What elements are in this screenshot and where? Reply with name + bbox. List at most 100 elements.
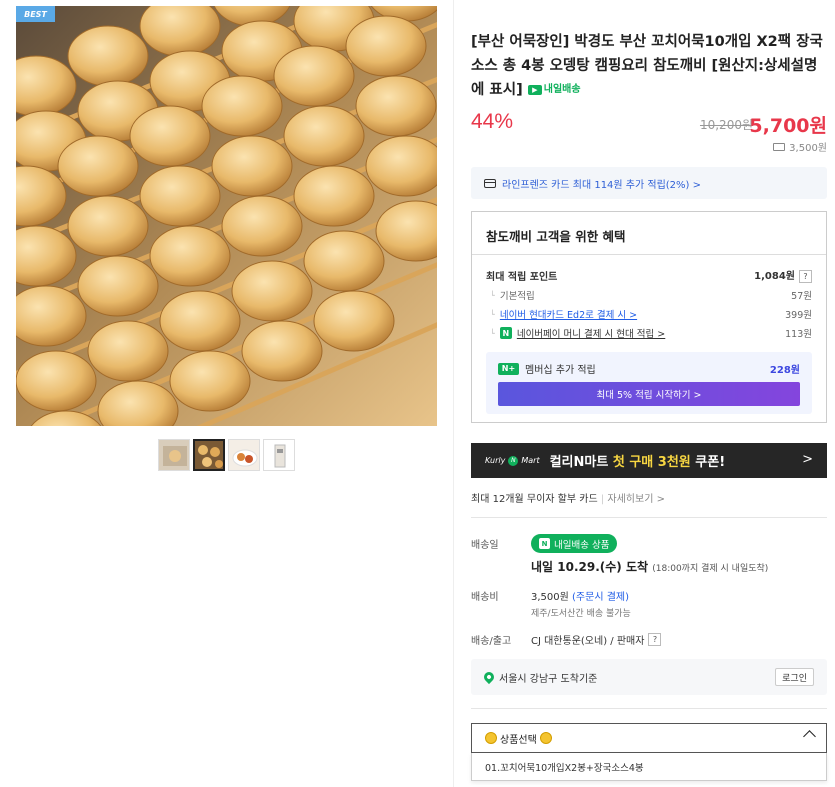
shipping-date-label: 배송일 [471,540,499,551]
tomorrow-delivery-chip: ▶ 내일배송 [527,78,581,102]
section-divider [471,517,827,518]
best-badge: BEST [16,6,55,22]
fishcake-piece [67,195,149,257]
shipping-fee-pay-note: (주문시 결제) [572,592,629,603]
fishcake-piece [169,350,251,412]
fishcake-piece [57,135,139,197]
fishcake-piece [77,255,159,317]
chevron-up-icon [803,730,816,743]
kurly-text-prefix: 컬리N마트 [549,455,613,470]
point-row-value: 57원 [791,291,812,302]
fishcake-piece [139,165,221,227]
point-row-value: 113원 [785,329,812,340]
membership-row: N+ 멤버십 추가 적립 228원 [498,361,800,376]
kurly-coupon-banner[interactable]: Kurly N Mart 컬리N마트 첫 구매 3천원 쿠폰! > [471,443,827,478]
thumbnail-2[interactable] [193,439,225,471]
fishcake-piece [149,225,231,287]
product-main-image[interactable] [16,6,437,426]
naver-n-icon: N [539,538,550,549]
arrival-date-text: 내일 10.29.(수) 도착 [531,560,649,574]
delivery-fee-summary: 3,500원 [773,139,827,154]
kurly-logo-suffix: Mart [521,456,540,465]
fishcake-piece [345,15,427,77]
fishcake-piece [303,230,385,292]
tree-branch-icon: └ [490,328,495,338]
fishcake-piece [129,105,211,167]
point-row-hyundai-card[interactable]: └ 네이버 현대카드 Ed2로 결제 시 > 399원 [486,307,812,322]
product-title: [부산 어묵장인] 박경도 부산 꼬치어묵10개입 X2팩 장국소스 총 4봉 … [471,30,827,102]
point-row-link[interactable]: 네이버 현대카드 Ed2로 결제 시 > [500,307,637,321]
product-option-select[interactable]: 상품선택 [471,723,827,753]
point-row-label: 기본적립 [499,291,535,302]
point-row-link[interactable]: 네이버페이 머니 결제 시 현대 적립 > [517,326,665,340]
delivery-fee-text: 3,500원 [789,143,827,154]
login-button[interactable]: 로그인 [775,668,814,686]
thumbnail-4[interactable] [263,439,295,471]
delivery-location-text: 서울시 강남구 도착기준 [499,673,598,685]
point-row-npay-money[interactable]: └ N 네이버페이 머니 결제 시 현대 적립 > 113원 [486,326,812,340]
fishcake-piece [201,75,283,137]
arrival-date: 내일 10.29.(수) 도착 (18:00까지 결제 시 내일도착) [531,558,768,575]
discount-rate: 44% [471,110,514,133]
max-points-row: 최대 적립 포인트 1,084원? [486,267,812,283]
help-icon[interactable]: ? [799,270,812,283]
shipping-fee-value: 3,500원 [531,592,569,603]
fishcake-piece [313,290,395,352]
column-divider [453,0,454,787]
nplus-icon: N+ [498,362,519,375]
truck-icon: ▶ [527,85,542,95]
fishcake-piece [211,135,293,197]
fishcake-piece [87,320,169,382]
thumbnail-strip [158,439,295,471]
sale-price: 5,700원 [749,115,827,137]
benefits-box: 참도깨비 고객을 위한 혜택 최대 적립 포인트 1,084원? └ 기본적립 5… [471,211,827,423]
tree-branch-icon: └ [490,290,495,300]
arrival-note: (18:00까지 결제 시 내일도착) [652,564,769,574]
help-icon[interactable]: ? [648,633,662,646]
delivery-location-box: 서울시 강남구 도착기준 로그인 [471,659,827,695]
installment-text: 최대 12개월 무이자 할부 카드 [471,494,598,505]
fishcake-piece [283,105,365,167]
max-points-value-wrap: 1,084원? [754,267,812,283]
smile-emoji-icon [485,732,497,744]
point-row-basic: └ 기본적립 57원 [486,288,812,303]
smile-emoji-icon [539,732,552,744]
kurly-logo-text: Kurly [485,456,506,465]
installment-more-link[interactable]: 자세히보기 > [607,494,665,505]
product-title-text: [부산 어묵장인] 박경도 부산 꼬치어묵10개입 X2팩 장국소스 총 4봉 … [471,34,823,98]
carrier-text: CJ 대한통운(오네) / 판매자 [531,636,645,647]
chevron-right-icon: > [802,452,813,467]
shipping-restriction-note: 제주/도서산간 배송 불가능 [531,609,631,619]
fishcake-skewers-photo [16,6,437,426]
option-item[interactable]: 01.꼬치어묵10개입X2봉+장국소스4봉 [471,753,827,781]
membership-area: N+ 멤버십 추가 적립 228원 최대 5% 적립 시작하기 > [486,352,812,414]
thumbnail-3[interactable] [228,439,260,471]
original-price: 10,200원 [699,118,753,132]
kurly-text-suffix: 쿠폰! [690,455,726,470]
kurly-logo-dot: N [508,455,519,466]
fishcake-piece [293,165,375,227]
benefits-divider [472,254,826,255]
kurly-mart-logo: Kurly N Mart [485,455,540,466]
credit-card-icon [484,178,496,188]
shipping-fee-label: 배송비 [471,592,499,603]
tomorrow-delivery-badge-text: 내일배송 상품 [554,539,610,551]
delivery-truck-icon [773,142,786,151]
carrier-info: CJ 대한통운(오네) / 판매자 ? [531,632,662,647]
fishcake-piece [273,45,355,107]
point-row-value: 399원 [785,310,812,321]
benefits-title: 참도깨비 고객을 위한 혜택 [486,229,626,244]
thumbnail-1[interactable] [158,439,190,471]
tomorrow-delivery-badge: N 내일배송 상품 [531,534,618,553]
section-divider [471,708,827,709]
membership-value: 228원 [769,365,800,376]
fishcake-piece [16,350,97,412]
fishcake-piece [241,320,323,382]
card-benefit-banner[interactable]: 라인프렌즈 카드 최대 114원 추가 적립(2%) > [471,167,827,199]
location-pin-icon [481,669,497,685]
start-points-button[interactable]: 최대 5% 적립 시작하기 > [498,382,800,406]
membership-label: 멤버십 추가 적립 [525,365,596,376]
option-select-label: 상품선택 [500,734,537,746]
kurly-banner-text: 컬리N마트 첫 구매 3천원 쿠폰! [550,451,726,470]
shipping-fee: 3,500원 (주문시 결제) [531,588,629,603]
